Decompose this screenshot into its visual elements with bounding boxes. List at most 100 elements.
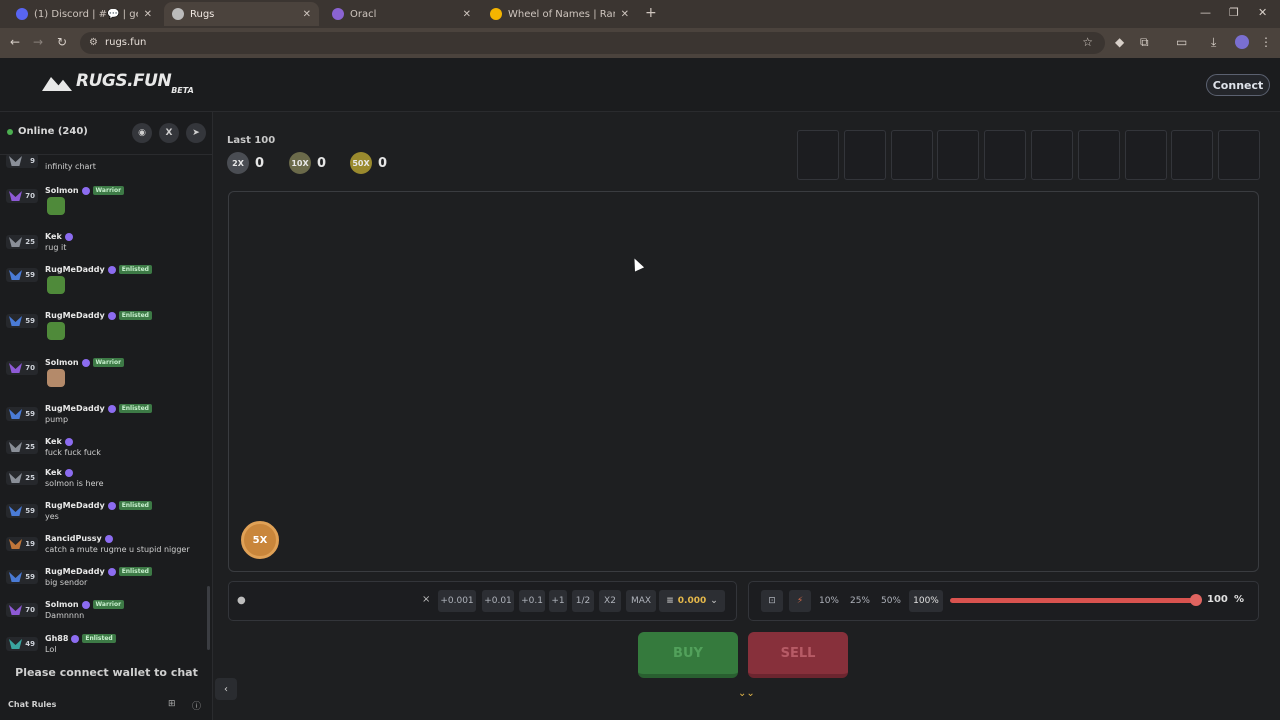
tab-close-icon[interactable]: ✕: [303, 9, 311, 20]
connect-wallet-button[interactable]: Connect: [1206, 74, 1270, 96]
chat-scrollbar[interactable]: [207, 586, 210, 650]
clear-amount-button[interactable]: ×: [422, 594, 430, 605]
address-bar[interactable]: ⚙ rugs.fun ☆: [80, 32, 1105, 54]
chat-username[interactable]: RugMeDaddy Enlisted: [45, 501, 152, 510]
coin-2x-icon: 2X: [227, 152, 249, 174]
role-badge: Warrior: [92, 600, 125, 609]
puzzle-icon[interactable]: ⧉: [1140, 35, 1149, 50]
chat-username[interactable]: Solmon Warrior: [45, 186, 125, 195]
chat-username[interactable]: RancidPussy: [45, 534, 113, 543]
level-value: 70: [25, 364, 35, 372]
online-status: Online (240): [7, 126, 88, 137]
buy-button[interactable]: BUY: [638, 632, 738, 678]
level-badge: 70: [6, 361, 38, 375]
x-twitter-icon[interactable]: X: [159, 123, 179, 143]
message-text: rug it: [45, 243, 67, 252]
history-slot: [1218, 130, 1261, 180]
chat-username[interactable]: RugMeDaddy Enlisted: [45, 311, 152, 320]
increment-001-button[interactable]: +0.01: [482, 590, 514, 612]
slider-unit: %: [1234, 594, 1245, 605]
chat-username[interactable]: Kek: [45, 437, 73, 446]
history-slot: [1124, 130, 1167, 180]
bookmark-star-icon[interactable]: ☆: [1082, 35, 1093, 49]
collapse-sidebar-button[interactable]: ‹: [215, 678, 237, 700]
tab-close-icon[interactable]: ✕: [463, 9, 471, 20]
level-badge: 25: [6, 440, 38, 454]
extension-icon[interactable]: ◆: [1115, 35, 1124, 49]
download-icon[interactable]: ⤓: [1211, 35, 1216, 50]
percent-25-button[interactable]: 25%: [846, 590, 874, 612]
browser-tab-discord[interactable]: (1) Discord | #💬 | general | rug ✕: [8, 2, 160, 26]
chat-message: 70 Solmon Warrior: [0, 355, 205, 395]
close-window-icon[interactable]: ✕: [1258, 6, 1267, 19]
chat-username[interactable]: RugMeDaddy Enlisted: [45, 404, 152, 413]
slider-thumb[interactable]: [1190, 594, 1202, 606]
increment-1-button[interactable]: +1: [549, 590, 567, 612]
role-badge: Enlisted: [118, 404, 152, 413]
browser-tab-wheel[interactable]: Wheel of Names | Random nam ✕: [482, 2, 637, 26]
chat-username[interactable]: Kek: [45, 232, 73, 241]
chat-messages[interactable]: 9 infinity chart 70 Solmon Warrior 25 Kek rug i…: [0, 154, 213, 656]
profile-avatar[interactable]: [1235, 35, 1249, 49]
chat-username[interactable]: RugMeDaddy Enlisted: [45, 265, 152, 274]
level-value: 59: [25, 317, 35, 325]
tab-close-icon[interactable]: ✕: [621, 9, 629, 20]
increment-0001-button[interactable]: +0.001: [438, 590, 476, 612]
level-value: 9: [30, 157, 35, 165]
chat-username[interactable]: Kek: [45, 468, 73, 477]
site-info-icon[interactable]: ⚙: [89, 37, 98, 48]
username-text: Solmon: [45, 358, 79, 367]
telegram-icon[interactable]: ➤: [186, 123, 206, 143]
tab-title: Wheel of Names | Random nam: [508, 8, 615, 20]
percent-10-button[interactable]: 10%: [816, 590, 842, 612]
level-value: 49: [25, 640, 35, 648]
browser-tab-rugs[interactable]: Rugs ✕: [164, 2, 319, 26]
sticker-image: [47, 276, 65, 294]
menu-icon[interactable]: ⋮: [1260, 35, 1272, 49]
chat-username[interactable]: Gh88 Enlisted: [45, 634, 116, 643]
chat-username[interactable]: Solmon Warrior: [45, 358, 125, 367]
cast-icon[interactable]: ▭: [1176, 35, 1187, 49]
chat-rules-link[interactable]: Chat Rules: [8, 700, 56, 709]
level-value: 25: [25, 474, 35, 482]
max-button[interactable]: MAX: [626, 590, 656, 612]
bet-amount-display[interactable]: ≡ 0.000 ⌄: [659, 590, 725, 612]
reload-icon[interactable]: ↻: [57, 35, 67, 49]
double-chevron-down-icon[interactable]: ⌄⌄: [738, 688, 755, 699]
help-icon[interactable]: ⓘ: [192, 699, 201, 712]
browser-tab-oracl[interactable]: Oracl ✕: [324, 2, 479, 26]
role-badge: Warrior: [92, 358, 125, 367]
double-button[interactable]: X2: [599, 590, 621, 612]
chat-message: 70 Solmon Warrior: [0, 183, 205, 223]
level-badge: 19: [6, 537, 38, 551]
sell-percentage-slider[interactable]: [950, 598, 1196, 603]
forward-icon[interactable]: →: [33, 35, 43, 49]
back-icon[interactable]: ←: [10, 35, 20, 49]
translate-icon[interactable]: ⊞: [168, 699, 176, 709]
verified-icon: [64, 437, 73, 446]
sticker-image: [47, 369, 65, 387]
sell-button[interactable]: SELL: [748, 632, 848, 678]
new-tab-icon[interactable]: +: [645, 5, 657, 21]
coin-10x-icon: 10X: [289, 152, 311, 174]
chat-username[interactable]: RugMeDaddy Enlisted: [45, 567, 152, 576]
percent-50-button[interactable]: 50%: [877, 590, 905, 612]
game-chart-area[interactable]: [228, 191, 1259, 572]
rugs-logo[interactable]: RUGS.FUN BETA: [42, 71, 194, 95]
username-text: RancidPussy: [45, 534, 102, 543]
site-header: RUGS.FUN BETA Connect: [0, 58, 1280, 112]
verified-icon: [107, 311, 116, 320]
username-text: RugMeDaddy: [45, 501, 105, 510]
rank-wings-icon: [9, 316, 22, 326]
tab-close-icon[interactable]: ✕: [144, 9, 152, 20]
increment-01-button[interactable]: +0.1: [519, 590, 545, 612]
flash-icon[interactable]: ⚡: [789, 590, 811, 612]
minimize-icon[interactable]: —: [1200, 6, 1211, 19]
chat-username[interactable]: Solmon Warrior: [45, 600, 125, 609]
half-button[interactable]: 1/2: [572, 590, 594, 612]
restore-icon[interactable]: ❐: [1229, 6, 1239, 19]
percent-100-button[interactable]: 100%: [909, 590, 943, 612]
lock-icon[interactable]: ⊡: [761, 590, 783, 612]
chat-message: 59 RugMeDaddy Enlisted: [0, 262, 205, 302]
discord-icon[interactable]: ◉: [132, 123, 152, 143]
